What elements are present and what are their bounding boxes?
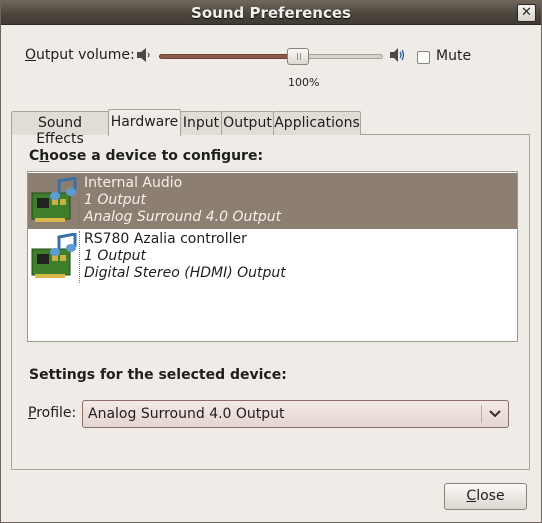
device-list[interactable]: Internal Audio 1 Output Analog Surround …: [27, 171, 518, 342]
volume-value: 100%: [288, 76, 320, 89]
device-item-internal-audio[interactable]: Internal Audio 1 Output Analog Surround …: [28, 173, 517, 229]
settings-heading: Settings for the selected device:: [29, 367, 287, 383]
speaker-low-icon: [137, 48, 150, 62]
profile-label: Profile:: [28, 405, 77, 421]
chevron-down-icon: [489, 410, 501, 418]
sound-card-icon: [31, 233, 77, 278]
volume-slider-thumb[interactable]: [286, 48, 309, 65]
choose-device-heading: Choose a device to configure:: [29, 148, 264, 164]
profile-select[interactable]: Analog Surround 4.0 Output: [82, 400, 509, 428]
volume-slider-fill: [159, 54, 298, 59]
device-outputs: 1 Output: [84, 248, 146, 264]
speaker-high-icon: [390, 48, 405, 62]
tab-output[interactable]: Output: [221, 111, 274, 135]
mute-label[interactable]: Mute: [436, 48, 471, 64]
device-item-rs780-azalia[interactable]: RS780 Azalia controller 1 Output Digital…: [28, 229, 517, 285]
device-outputs: 1 Output: [84, 192, 146, 208]
output-volume-label: Output volume:: [25, 47, 135, 63]
combo-separator: [481, 405, 482, 423]
sound-preferences-window: Sound Preferences ✕ Output volume: 100% …: [0, 0, 542, 523]
sound-card-icon: [31, 177, 77, 222]
device-separator: [79, 231, 80, 283]
tab-hardware[interactable]: Hardware: [108, 109, 181, 136]
title-bar[interactable]: Sound Preferences ✕: [1, 1, 541, 25]
tab-input[interactable]: Input: [180, 111, 222, 135]
device-name: RS780 Azalia controller: [84, 231, 247, 247]
window-close-icon[interactable]: ✕: [517, 4, 536, 22]
tab-sound-effects[interactable]: Sound Effects: [11, 111, 109, 147]
mute-checkbox[interactable]: [417, 51, 430, 64]
tab-applications[interactable]: Applications: [273, 111, 361, 135]
device-separator: [79, 175, 80, 227]
close-button[interactable]: Close: [444, 483, 527, 510]
device-profile: Digital Stereo (HDMI) Output: [84, 265, 286, 281]
window-title: Sound Preferences: [191, 4, 351, 22]
device-profile: Analog Surround 4.0 Output: [84, 209, 282, 225]
profile-select-value: Analog Surround 4.0 Output: [88, 406, 285, 422]
device-name: Internal Audio: [84, 175, 183, 191]
